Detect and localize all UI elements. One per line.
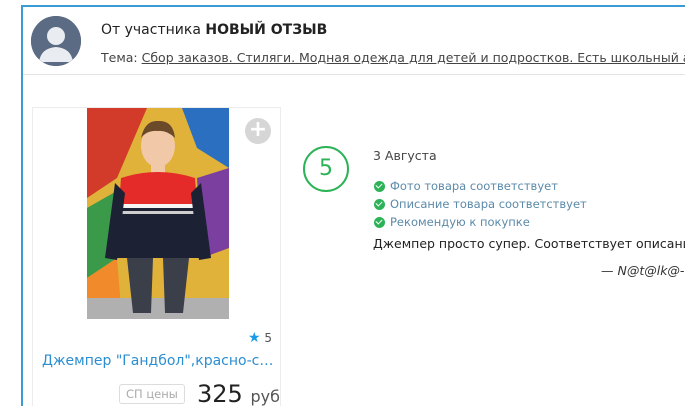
review-score-badge: 5 bbox=[303, 146, 349, 192]
product-title-link[interactable]: Джемпер "Гандбол",красно-синий bbox=[42, 353, 277, 369]
from-name[interactable]: НОВЫЙ ОТЗЫВ bbox=[205, 22, 327, 38]
price-label: СП цены bbox=[119, 384, 185, 404]
from-line: От участника НОВЫЙ ОТЗЫВ bbox=[101, 22, 327, 38]
add-icon[interactable]: + bbox=[245, 118, 271, 144]
check-circle-icon bbox=[374, 180, 385, 192]
check-item-label: Описание товара соответствует bbox=[390, 197, 587, 211]
price-currency: руб bbox=[250, 387, 280, 406]
check-item: Описание товара соответствует bbox=[374, 195, 587, 213]
product-card: + ★ 5 Джемпер "Гандбол",красно-синий СП … bbox=[32, 107, 281, 406]
topic-link[interactable]: Сбор заказов. Стиляги. Модная одежда для… bbox=[142, 50, 685, 65]
topic-line: Тема: Сбор заказов. Стиляги. Модная одеж… bbox=[101, 50, 685, 65]
product-image bbox=[87, 108, 229, 319]
review-author: — N@t@lk@-... bbox=[601, 263, 685, 278]
product-rating-value: 5 bbox=[264, 331, 272, 345]
topic-label: Тема: bbox=[101, 50, 138, 65]
review-date: 3 Августа bbox=[373, 148, 437, 163]
star-icon: ★ bbox=[247, 330, 261, 346]
from-prefix: От участника bbox=[101, 22, 201, 38]
review-text: Джемпер просто супер. Соответствует опис… bbox=[373, 236, 685, 251]
product-photo[interactable] bbox=[87, 108, 229, 319]
check-item: Фото товара соответствует bbox=[374, 177, 587, 195]
product-price: 325 руб bbox=[197, 380, 280, 406]
price-amount: 325 bbox=[197, 380, 243, 406]
notification-header: От участника НОВЫЙ ОТЗЫВ Тема: Сбор зака… bbox=[23, 7, 685, 75]
check-circle-icon bbox=[374, 198, 385, 210]
check-item: Рекомендую к покупке bbox=[374, 213, 587, 231]
check-item-label: Фото товара соответствует bbox=[390, 179, 558, 193]
review-checklist: Фото товара соответствует Описание товар… bbox=[374, 177, 587, 231]
check-item-label: Рекомендую к покупке bbox=[390, 215, 530, 229]
avatar[interactable] bbox=[31, 16, 81, 66]
review-notification-card: От участника НОВЫЙ ОТЗЫВ Тема: Сбор зака… bbox=[21, 5, 685, 406]
check-circle-icon bbox=[374, 216, 385, 228]
user-silhouette-icon bbox=[31, 16, 81, 66]
product-rating: ★ 5 bbox=[248, 330, 272, 346]
